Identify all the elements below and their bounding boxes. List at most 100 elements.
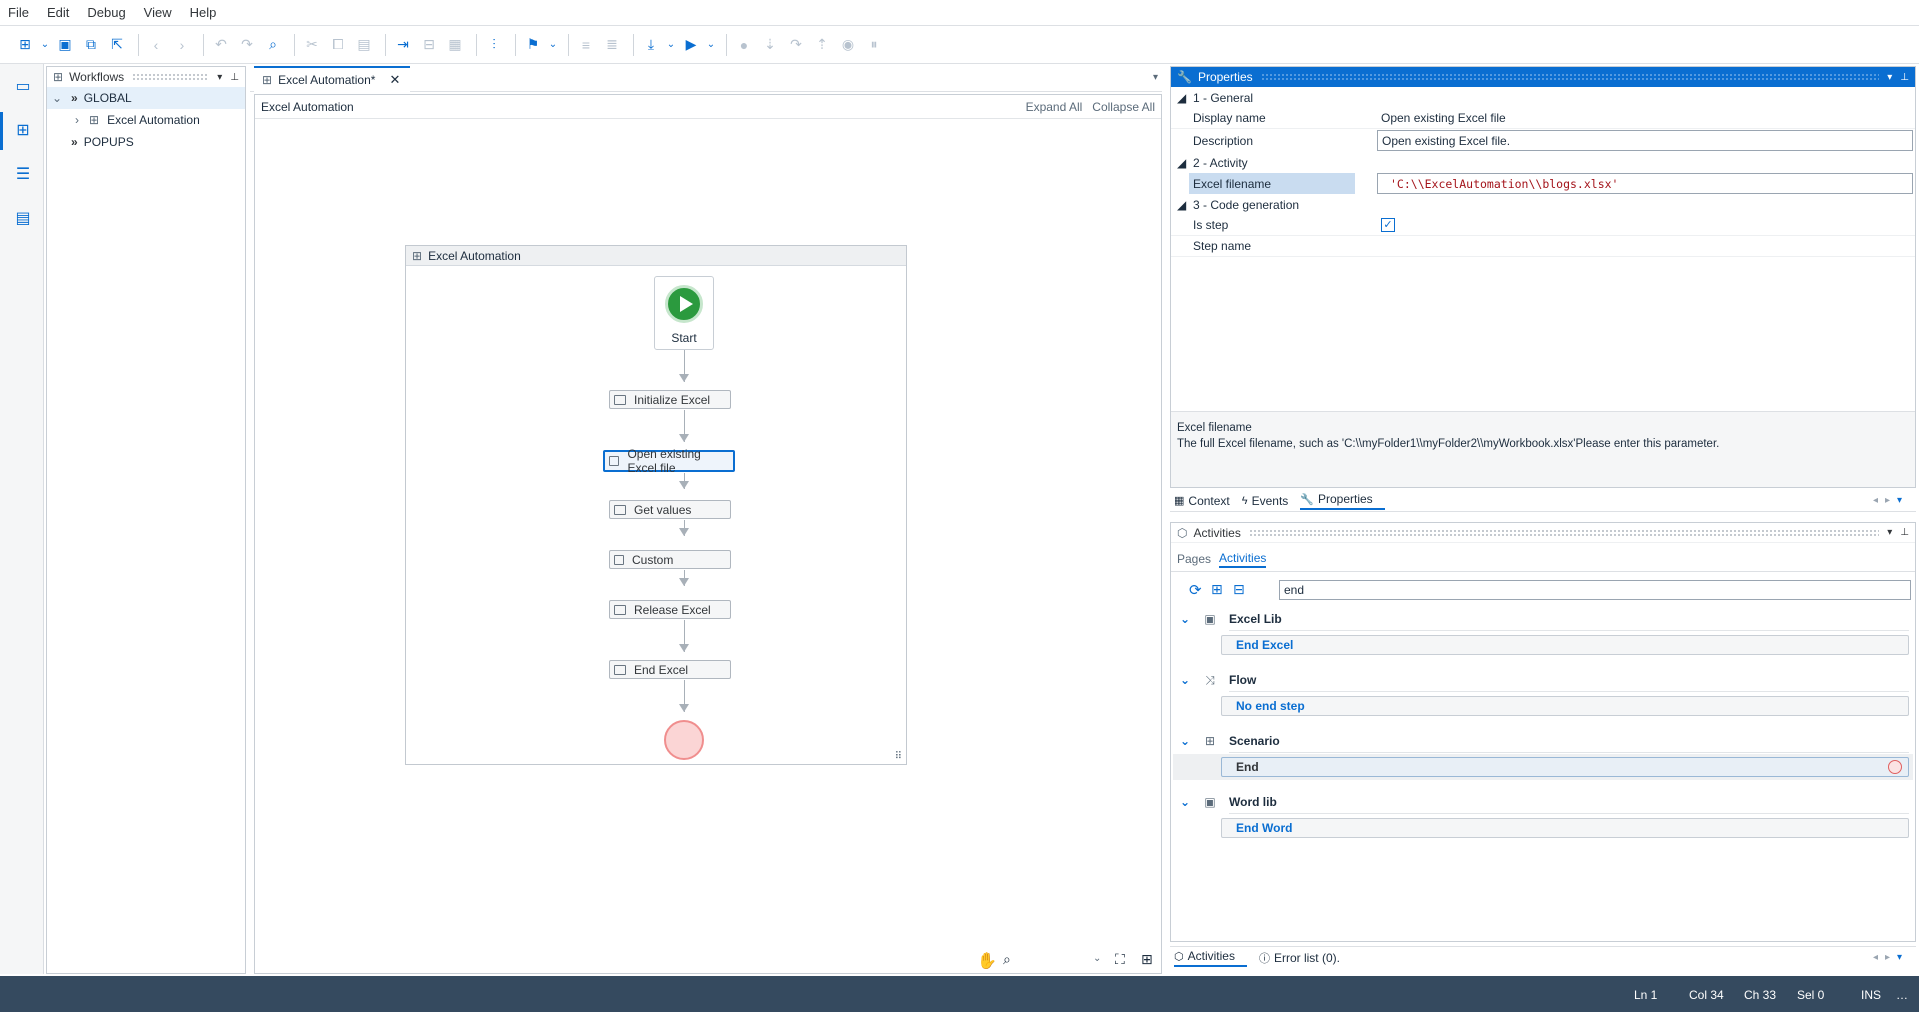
activity-end[interactable]: End bbox=[1221, 757, 1909, 777]
tab-error-list[interactable]: ⓘ Error list (0). bbox=[1259, 950, 1352, 966]
tab-activities[interactable]: Activities bbox=[1219, 551, 1267, 568]
category-activity[interactable]: ◢ 2 - Activity bbox=[1171, 152, 1915, 173]
cut-icon[interactable]: ✂ bbox=[301, 34, 323, 56]
chevron-down-icon[interactable]: ⌄ bbox=[1171, 734, 1199, 748]
collapse-triangle-icon[interactable]: ◢ bbox=[1177, 91, 1186, 105]
collapse-all-button[interactable]: Collapse All bbox=[1092, 100, 1155, 114]
pin-icon[interactable]: ⊥ bbox=[1900, 72, 1909, 83]
fit-view-icon[interactable]: ⛶ bbox=[1115, 951, 1125, 968]
tree-item-popups[interactable]: » POPUPS bbox=[47, 131, 245, 153]
save-all-icon[interactable]: ⧉ bbox=[80, 34, 102, 56]
tree-item-excel-automation[interactable]: › ⊞ Excel Automation bbox=[47, 109, 245, 131]
menu-debug[interactable]: Debug bbox=[87, 5, 125, 20]
list-view-icon[interactable]: ☰ bbox=[12, 164, 34, 186]
chevron-down-icon[interactable]: ⌄ bbox=[1171, 612, 1199, 626]
collapse-triangle-icon[interactable]: ◢ bbox=[1177, 156, 1186, 170]
chevron-right-icon[interactable]: › bbox=[67, 113, 87, 127]
expand-all-button[interactable]: Expand All bbox=[1026, 100, 1083, 114]
step-into-icon[interactable]: ⇣ bbox=[759, 34, 781, 56]
activity-end-excel[interactable]: End Excel bbox=[609, 660, 731, 679]
back-icon[interactable]: ‹ bbox=[145, 34, 167, 56]
overview-icon[interactable]: ⊞ bbox=[1141, 951, 1153, 968]
activity-search-input[interactable]: end bbox=[1279, 580, 1911, 600]
structure-icon[interactable]: ⊟ bbox=[418, 34, 440, 56]
scroll-left-icon[interactable]: ◂ bbox=[1873, 952, 1878, 963]
panel-menu-icon[interactable]: ▾ bbox=[1887, 527, 1892, 538]
tree-item-global[interactable]: ⌄ » GLOBAL bbox=[47, 87, 245, 109]
activity-get-values[interactable]: Get values bbox=[609, 500, 731, 519]
workflow-view-icon[interactable]: ⊞ bbox=[0, 112, 34, 150]
tab-excel-automation[interactable]: ⊞ Excel Automation* ✕ bbox=[254, 66, 411, 92]
collapse-triangle-icon[interactable]: ◢ bbox=[1177, 198, 1186, 212]
activity-custom[interactable]: Custom bbox=[609, 550, 731, 569]
chevron-down-icon[interactable]: ⌄ bbox=[47, 91, 67, 105]
save-icon[interactable]: ▣ bbox=[54, 34, 76, 56]
pin-icon[interactable]: ⊥ bbox=[230, 72, 239, 83]
activity-initialize-excel[interactable]: Initialize Excel bbox=[609, 390, 731, 409]
drag-handle[interactable] bbox=[1260, 73, 1880, 81]
chevron-down-icon[interactable]: ⌄ bbox=[1171, 795, 1199, 809]
new-file-icon[interactable]: ⊞ bbox=[14, 34, 36, 56]
copy-icon[interactable]: ⧠ bbox=[327, 34, 349, 56]
refresh-icon[interactable]: ⟳ bbox=[1189, 581, 1202, 599]
pause-icon[interactable]: ⏸ bbox=[863, 34, 885, 56]
step-name-value[interactable] bbox=[1377, 236, 1913, 257]
bookmark-icon[interactable]: ⚑ bbox=[522, 34, 544, 56]
tab-list-dropdown-icon[interactable]: ▾ bbox=[1153, 72, 1158, 83]
scroll-right-icon[interactable]: ▸ bbox=[1885, 495, 1890, 506]
activity-no-end-step[interactable]: No end step bbox=[1221, 696, 1909, 716]
redo-icon[interactable]: ↷ bbox=[236, 34, 258, 56]
stop-icon[interactable]: ◉ bbox=[837, 34, 859, 56]
build-icon[interactable]: ≡ bbox=[575, 34, 597, 56]
rebuild-icon[interactable]: ≣ bbox=[601, 34, 623, 56]
tab-context[interactable]: Context bbox=[1188, 494, 1229, 508]
pin-icon[interactable]: ⊥ bbox=[1900, 527, 1909, 538]
deploy-dropdown-icon[interactable]: ⌄ bbox=[666, 34, 676, 56]
zoom-icon[interactable]: ⌕ bbox=[1003, 951, 1011, 968]
import-icon[interactable]: ⇥ bbox=[392, 34, 414, 56]
document-view-icon[interactable]: ▤ bbox=[12, 208, 34, 230]
end-node[interactable] bbox=[664, 720, 704, 760]
step-over-icon[interactable]: ↷ bbox=[785, 34, 807, 56]
workflow-container[interactable]: ⊞ Excel Automation Start Initialize Exce… bbox=[405, 245, 907, 765]
group-flow[interactable]: ⌄ ⤨ Flow bbox=[1171, 668, 1915, 692]
activity-open-existing-excel-file[interactable]: Open existing Excel file bbox=[603, 447, 735, 475]
group-excel-lib[interactable]: ⌄ ▣ Excel Lib bbox=[1171, 607, 1915, 631]
category-code-generation[interactable]: ◢ 3 - Code generation bbox=[1171, 194, 1915, 215]
scroll-right-icon[interactable]: ▸ bbox=[1885, 952, 1890, 963]
tab-menu-icon[interactable]: ▾ bbox=[1897, 952, 1902, 963]
bookmark-dropdown-icon[interactable]: ⌄ bbox=[548, 34, 558, 56]
status-more-icon[interactable]: … bbox=[1896, 988, 1908, 1002]
tab-menu-icon[interactable]: ▾ bbox=[1897, 495, 1902, 506]
close-icon[interactable]: ✕ bbox=[389, 72, 400, 88]
start-node[interactable]: Start bbox=[654, 276, 714, 350]
activity-release-excel[interactable]: Release Excel bbox=[609, 600, 731, 619]
drag-handle[interactable] bbox=[1248, 528, 1880, 537]
find-icon[interactable]: ⌕ bbox=[262, 34, 284, 56]
undo-icon[interactable]: ↶ bbox=[210, 34, 232, 56]
tab-events[interactable]: Events bbox=[1252, 494, 1289, 508]
run-dropdown-icon[interactable]: ⌄ bbox=[706, 34, 716, 56]
activity-end-word[interactable]: End Word bbox=[1221, 818, 1909, 838]
hand-pan-icon[interactable]: ✋ bbox=[977, 951, 997, 971]
capture-icon[interactable]: ▦ bbox=[444, 34, 466, 56]
export-icon[interactable]: ⇱ bbox=[106, 34, 128, 56]
deploy-icon[interactable]: ⤓ bbox=[640, 34, 662, 56]
paste-icon[interactable]: ▤ bbox=[353, 34, 375, 56]
tab-properties[interactable]: 🔧 Properties bbox=[1300, 492, 1385, 510]
description-input[interactable]: Open existing Excel file. bbox=[1377, 130, 1913, 151]
excel-filename-input[interactable]: 'C:\\ExcelAutomation\\blogs.xlsx' bbox=[1377, 173, 1913, 194]
panel-menu-icon[interactable]: ▾ bbox=[217, 72, 222, 83]
run-icon[interactable]: ▶ bbox=[680, 34, 702, 56]
menu-edit[interactable]: Edit bbox=[47, 5, 69, 20]
menu-help[interactable]: Help bbox=[190, 5, 217, 20]
step-out-icon[interactable]: ⇡ bbox=[811, 34, 833, 56]
menu-file[interactable]: File bbox=[8, 5, 29, 20]
expand-groups-icon[interactable]: ⊞ bbox=[1211, 581, 1223, 598]
scroll-left-icon[interactable]: ◂ bbox=[1873, 495, 1878, 506]
new-dropdown-icon[interactable]: ⌄ bbox=[40, 34, 50, 56]
tab-activities-bottom[interactable]: ⬡ Activities bbox=[1174, 949, 1247, 967]
activity-end-excel[interactable]: End Excel bbox=[1221, 635, 1909, 655]
chevron-down-icon[interactable]: ⌄ bbox=[1171, 673, 1199, 687]
drag-handle[interactable] bbox=[132, 73, 210, 81]
